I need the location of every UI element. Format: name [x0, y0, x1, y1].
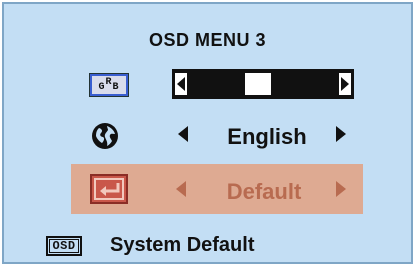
language-value: English	[227, 124, 307, 149]
slider-fill	[245, 73, 271, 95]
system-default-label: System Default	[110, 234, 255, 256]
slider-increase-icon[interactable]	[339, 73, 351, 95]
default-prev-arrow-icon[interactable]	[176, 181, 186, 197]
slider-decrease-icon[interactable]	[175, 73, 187, 95]
rgb-color-icon: G R B	[89, 73, 129, 97]
slider-track	[188, 73, 338, 95]
reset-enter-icon	[90, 174, 128, 204]
default-next-arrow-icon[interactable]	[336, 181, 346, 197]
rgb-icon-b: B	[112, 81, 120, 93]
osd-icon: OSD	[46, 236, 82, 256]
language-prev-arrow-icon[interactable]	[178, 126, 188, 142]
osd-menu-panel: OSD MENU 3 G R B English Default OSD Sys…	[2, 2, 413, 264]
globe-icon	[92, 123, 118, 149]
language-next-arrow-icon[interactable]	[336, 126, 346, 142]
menu-title: OSD MENU 3	[148, 30, 267, 50]
rgb-icon-r: R	[105, 76, 113, 88]
color-level-slider[interactable]	[172, 69, 354, 99]
default-value: Default	[226, 179, 302, 204]
rgb-icon-g: G	[98, 81, 106, 93]
osd-icon-text: OSD	[52, 239, 76, 253]
